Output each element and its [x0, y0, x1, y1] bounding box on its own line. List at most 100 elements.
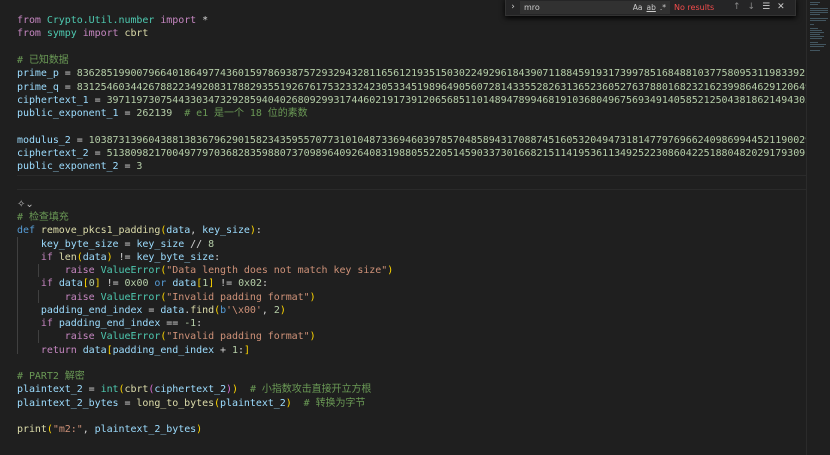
regex-toggle[interactable]: .* — [660, 3, 666, 12]
find-in-selection-icon[interactable]: ☰ — [762, 2, 770, 12]
code-token: = — [82, 384, 101, 395]
code-line[interactable]: return data[padding_end_index + 1:] — [17, 344, 250, 358]
code-token: prime_q — [17, 82, 59, 93]
code-token: cbrt — [124, 28, 149, 39]
code-token: ) — [196, 424, 203, 435]
minimap-line — [810, 4, 818, 5]
code-line[interactable]: from Crypto.Util.number import * — [17, 14, 208, 28]
code-token: ValueError — [100, 265, 161, 276]
code-token: "Invalid padding format" — [166, 292, 310, 303]
code-line[interactable]: public_exponent_2 = 3 — [17, 160, 142, 174]
code-token: # 检查填充 — [17, 212, 69, 223]
code-token: , — [190, 225, 203, 236]
code-line[interactable]: padding_end_index = data.find(b'\x00', 2… — [17, 304, 286, 318]
code-line[interactable]: ciphertext_1 = 3971197307544330347329285… — [17, 94, 806, 108]
code-token: key_size — [202, 225, 250, 236]
code-token: = — [118, 398, 137, 409]
code-line[interactable]: if padding_end_index == -1: — [17, 317, 202, 331]
code-token: raise — [64, 292, 101, 303]
code-token: 5138098217004977970368283598807370989640… — [106, 148, 806, 159]
code-line[interactable]: from sympy import cbrt — [17, 27, 148, 41]
code-line[interactable]: # PART2 解密 — [17, 370, 85, 384]
chevron-right-icon[interactable]: › — [506, 2, 520, 12]
code-token: 0x02 — [238, 278, 262, 289]
match-case-toggle[interactable]: Aa — [633, 3, 643, 12]
code-token: key_byte_size — [136, 252, 215, 263]
code-line[interactable]: if len(data) != key_byte_size: — [17, 251, 220, 265]
code-editor[interactable]: ✧⌄ from Crypto.Util.number import * from … — [0, 0, 806, 455]
code-token: plaintext_2 — [17, 384, 83, 395]
code-token: , — [82, 424, 95, 435]
arrow-up-icon[interactable]: ↑ — [733, 2, 741, 12]
code-token: remove_pkcs1_padding — [40, 225, 161, 236]
code-token: key_size — [136, 239, 185, 250]
code-token: if — [40, 278, 59, 289]
code-line[interactable]: raise ValueError("Invalid padding format… — [17, 291, 316, 305]
code-line[interactable]: def remove_pkcs1_padding(data, key_size)… — [17, 224, 262, 238]
code-line[interactable]: print("m2:", plaintext_2_bytes) — [17, 423, 202, 437]
code-token: = — [118, 239, 137, 250]
find-input[interactable]: mro Aa ab .* — [520, 0, 670, 14]
find-status: No results — [674, 2, 715, 12]
code-token: print — [17, 424, 47, 435]
minimap-line — [810, 28, 818, 29]
code-token: find — [190, 305, 215, 316]
code-token: : — [196, 318, 203, 329]
code-line[interactable]: ciphertext_2 = 5138098217004977970368283… — [17, 147, 806, 161]
code-token: import — [82, 28, 125, 39]
whole-word-toggle[interactable]: ab — [647, 3, 656, 12]
code-token: ciphertext_2 — [154, 384, 227, 395]
code-token: if — [40, 318, 59, 329]
minimap-line — [810, 36, 824, 37]
code-line[interactable]: raise ValueError("Data length does not m… — [17, 264, 393, 278]
code-token: or — [148, 278, 173, 289]
code-line[interactable]: plaintext_2 = int(cbrt(ciphertext_2)) # … — [17, 383, 371, 397]
code-line[interactable]: prime_p = 836285199007966401864977436015… — [17, 67, 806, 81]
code-line[interactable]: # 已知数据 — [17, 54, 69, 68]
code-line[interactable]: plaintext_2_bytes = long_to_bytes(plaint… — [17, 397, 365, 411]
code-token: '\x00' — [226, 305, 262, 316]
code-token: long_to_bytes — [136, 398, 215, 409]
close-icon[interactable]: ✕ — [777, 2, 785, 12]
code-token: cbrt — [124, 384, 149, 395]
minimap[interactable] — [806, 0, 830, 455]
find-input-value[interactable]: mro — [524, 3, 633, 12]
code-token: // — [184, 239, 209, 250]
code-token: != — [100, 278, 125, 289]
code-token: : — [255, 225, 262, 236]
code-token: # 小指数攻击直接开立方根 — [238, 384, 372, 395]
code-line[interactable]: prime_q = 831254603442678822349208317882… — [17, 81, 806, 95]
code-token: data — [82, 252, 107, 263]
code-token: = — [58, 82, 77, 93]
code-token: if — [40, 252, 59, 263]
code-line[interactable]: # 检查填充 — [17, 211, 69, 225]
arrow-down-icon[interactable]: ↓ — [748, 2, 756, 12]
code-token: sympy — [46, 28, 83, 39]
code-token: from — [17, 28, 47, 39]
code-token: prime_p — [17, 68, 59, 79]
code-token: public_exponent_2 — [17, 161, 119, 172]
code-token: public_exponent_1 — [17, 108, 119, 119]
code-token: plaintext_2_bytes — [94, 424, 197, 435]
code-token: ] — [243, 345, 250, 356]
code-token: # PART2 解密 — [17, 371, 85, 382]
code-line[interactable]: raise ValueError("Invalid padding format… — [17, 330, 316, 344]
code-line[interactable]: modulus_2 = 1038731396043881383679629015… — [17, 134, 806, 148]
minimap-line — [810, 42, 818, 43]
code-line[interactable]: if data[0] != 0x00 or data[1] != 0x02: — [17, 277, 268, 291]
sparkle-icon[interactable]: ✧⌄ — [17, 199, 34, 210]
code-token: Crypto.Util.number — [46, 15, 161, 26]
code-token: 1038731396043881383679629015823435955707… — [88, 135, 806, 146]
code-line[interactable]: public_exponent_1 = 262139 # e1 是一个 18 位… — [17, 107, 308, 121]
code-token: ciphertext_1 — [17, 95, 89, 106]
code-token: def — [17, 225, 41, 236]
code-line[interactable]: key_byte_size = key_size // 8 — [17, 238, 214, 252]
minimap-line — [810, 32, 824, 33]
code-token: = — [88, 95, 107, 106]
code-token: modulus_2 — [17, 135, 71, 146]
code-token: from — [17, 15, 47, 26]
